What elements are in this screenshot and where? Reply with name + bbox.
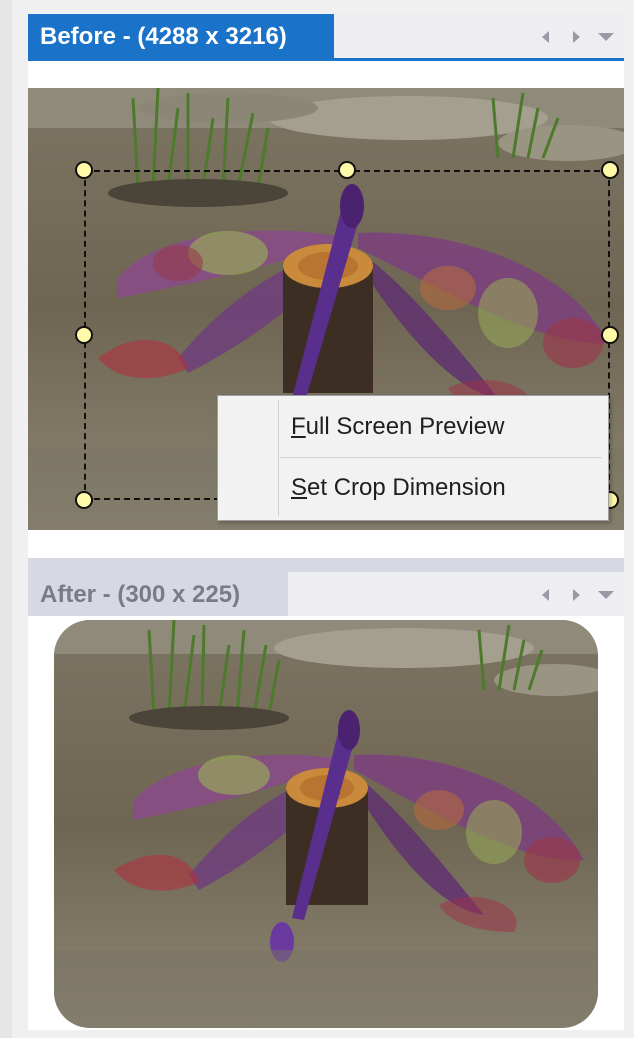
menu-accelerator: F <box>291 413 306 440</box>
after-pane-title[interactable]: After - (300 x 225) <box>28 572 288 616</box>
after-prev-button[interactable] <box>538 586 554 604</box>
right-arrow-icon <box>573 589 580 601</box>
context-menu-separator <box>280 457 602 458</box>
menu-accelerator: S <box>291 474 308 501</box>
menu-label-text: ull Screen Preview <box>305 413 505 440</box>
before-pane-buttons <box>538 27 614 47</box>
before-prev-button[interactable] <box>538 28 554 46</box>
dropdown-arrow-icon <box>598 33 614 41</box>
menu-label-text: et Crop Dimension <box>307 474 506 501</box>
crop-handle-middle-left[interactable] <box>75 326 93 344</box>
before-next-button[interactable] <box>568 28 584 46</box>
before-pane-title[interactable]: Before - (4288 x 3216) <box>28 14 334 58</box>
dropdown-arrow-icon <box>598 591 614 599</box>
after-pane-buttons <box>538 585 614 605</box>
after-image[interactable] <box>54 620 598 1028</box>
left-border <box>0 0 12 1038</box>
before-menu-button[interactable] <box>598 28 614 46</box>
left-arrow-icon <box>542 589 549 601</box>
right-arrow-icon <box>573 31 580 43</box>
crop-handle-top-middle[interactable] <box>338 161 356 179</box>
before-pane-header: Before - (4288 x 3216) <box>28 14 624 61</box>
after-next-button[interactable] <box>568 586 584 604</box>
crop-handle-middle-right[interactable] <box>601 326 619 344</box>
crop-handle-bottom-left[interactable] <box>75 491 93 509</box>
menu-item-full-screen-preview[interactable]: Full Screen Preview <box>220 399 606 455</box>
crop-handle-top-left[interactable] <box>75 161 93 179</box>
context-menu: Full Screen Preview Set Crop Dimension <box>217 395 609 521</box>
left-arrow-icon <box>542 31 549 43</box>
menu-item-set-crop-dimension[interactable]: Set Crop Dimension <box>220 460 606 516</box>
after-pane-header: After - (300 x 225) <box>28 572 624 616</box>
after-menu-button[interactable] <box>598 586 614 604</box>
crop-handle-top-right[interactable] <box>601 161 619 179</box>
pane-splitter[interactable] <box>28 558 624 572</box>
